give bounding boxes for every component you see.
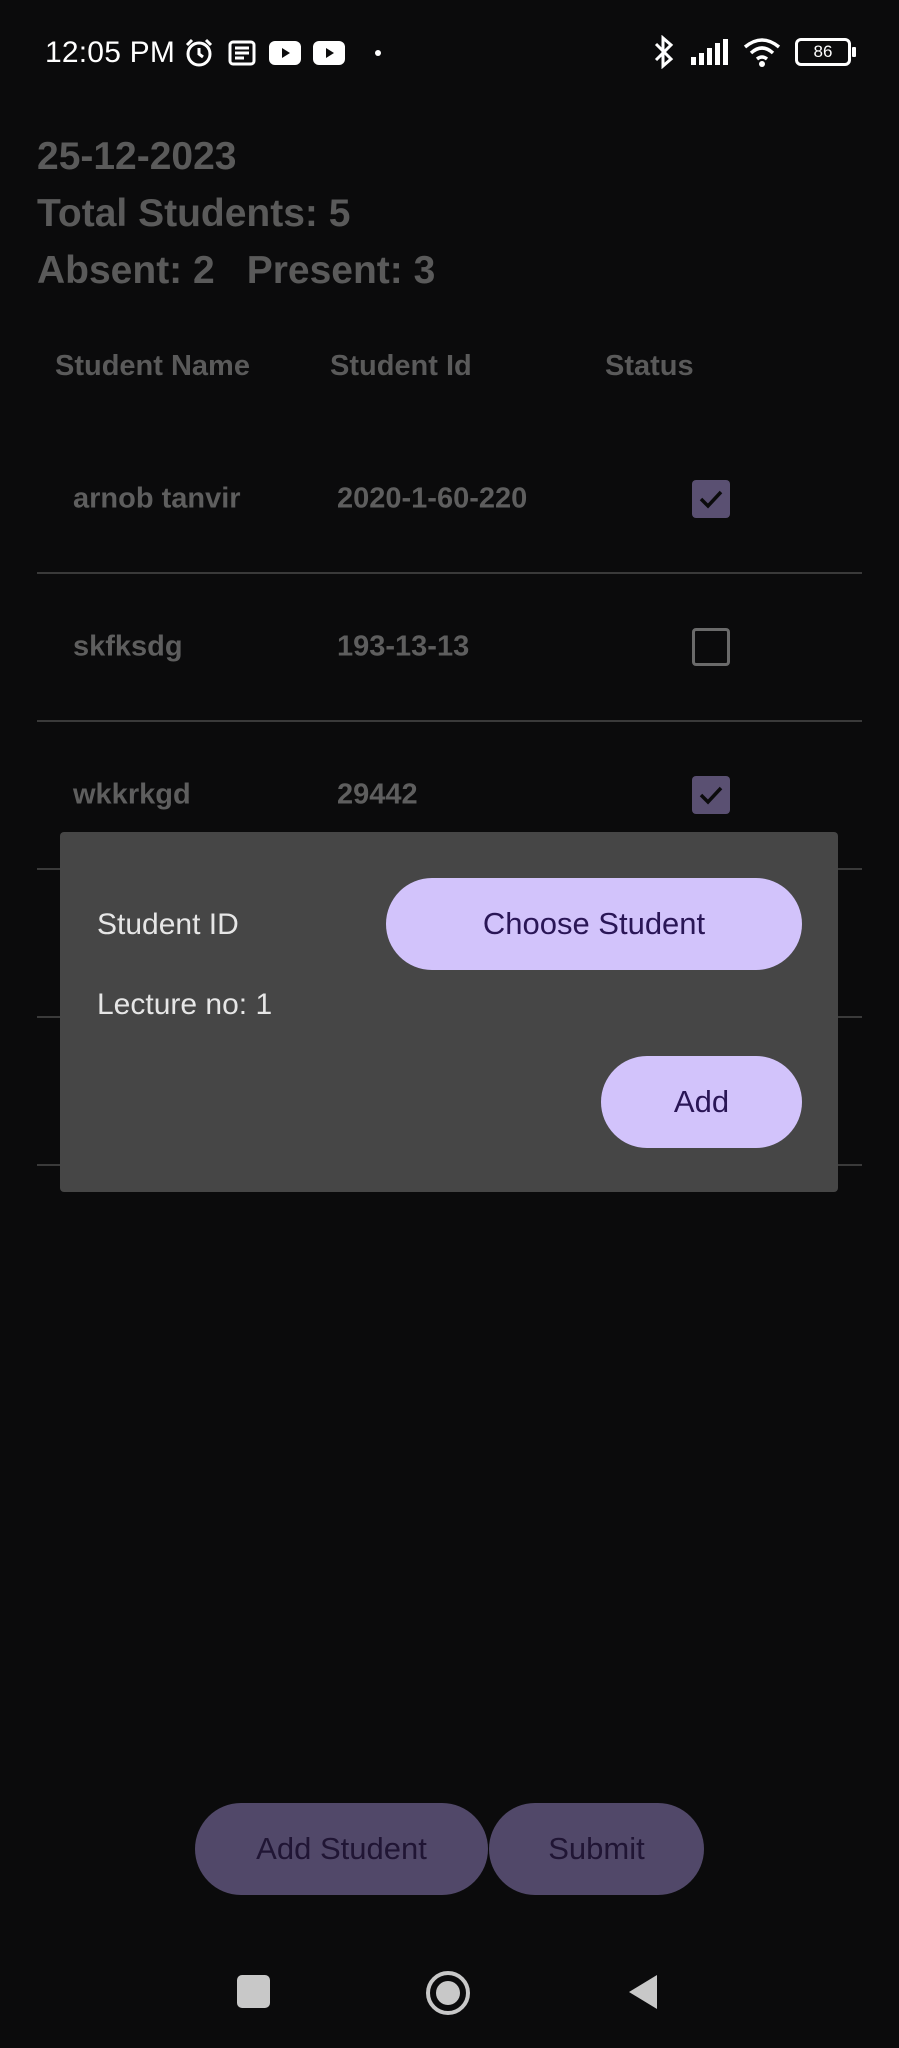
news-icon xyxy=(227,38,257,68)
status-checkbox[interactable] xyxy=(692,480,730,518)
back-icon[interactable] xyxy=(627,1973,659,2016)
absent-present-line: Absent: 2 Present: 3 xyxy=(37,242,435,299)
recents-icon[interactable] xyxy=(237,1975,270,2013)
alarm-icon xyxy=(183,37,215,69)
navigation-bar xyxy=(0,1930,899,2048)
status-bar: 12:05 PM 86 xyxy=(0,0,899,108)
date-text: 25-12-2023 xyxy=(37,135,237,178)
column-status: Status xyxy=(605,350,694,382)
column-student-name: Student Name xyxy=(55,350,250,382)
dot-icon xyxy=(375,50,381,56)
choose-student-button[interactable]: Choose Student xyxy=(386,878,802,970)
add-student-dialog: Student ID Choose Student Lecture no: 1 … xyxy=(60,832,838,1192)
status-checkbox[interactable] xyxy=(692,628,730,666)
attendance-summary: 25-12-2023 Total Students: 5 Absent: 2 Pr… xyxy=(37,128,435,299)
add-student-button[interactable]: Add Student xyxy=(195,1803,488,1895)
system-icons: 86 xyxy=(653,34,856,70)
youtube-icon xyxy=(313,41,345,65)
total-students-text: Total Students: 5 xyxy=(37,192,351,235)
battery-icon: 86 xyxy=(795,38,856,66)
column-student-id: Student Id xyxy=(330,350,472,382)
student-name: arnob tanvir xyxy=(73,482,241,515)
bluetooth-icon xyxy=(653,35,675,69)
absent-count: Absent: 2 xyxy=(37,249,215,292)
student-id: 193-13-13 xyxy=(337,630,470,663)
student-id: 2020-1-60-220 xyxy=(337,482,528,515)
submit-button[interactable]: Submit xyxy=(489,1803,704,1895)
youtube-icon xyxy=(269,41,301,65)
wifi-icon xyxy=(743,37,781,67)
signal-icon xyxy=(689,39,729,65)
student-id-label: Student ID xyxy=(97,908,239,941)
lecture-number-label: Lecture no: 1 xyxy=(97,988,273,1021)
student-name: skfksdg xyxy=(73,630,183,663)
table-row: skfksdg 193-13-13 xyxy=(37,574,862,722)
home-icon[interactable] xyxy=(425,1970,471,2021)
status-time: 12:05 PM xyxy=(45,36,176,69)
add-button[interactable]: Add xyxy=(601,1056,802,1148)
present-count: Present: 3 xyxy=(246,249,436,292)
table-row: arnob tanvir 2020-1-60-220 xyxy=(37,426,862,574)
notification-icons xyxy=(183,36,381,70)
status-checkbox[interactable] xyxy=(692,776,730,814)
student-name: wkkrkgd xyxy=(73,778,191,811)
student-id: 29442 xyxy=(337,778,418,811)
